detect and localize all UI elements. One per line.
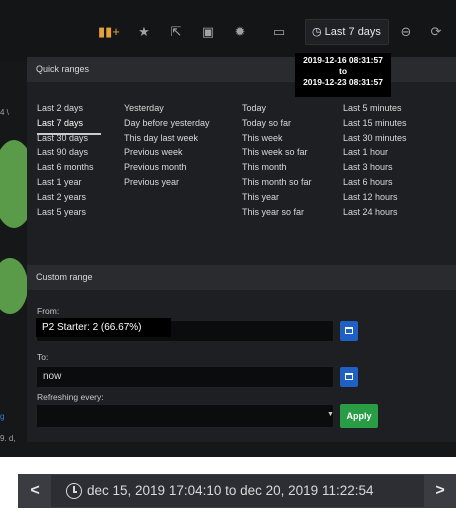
quick-range-item[interactable]: Last 1 hour — [343, 145, 407, 160]
quick-range-item[interactable]: Previous week — [124, 145, 210, 160]
clock-icon — [66, 483, 82, 499]
quick-range-item[interactable]: This day last week — [124, 131, 210, 146]
quick-range-item[interactable]: Last 5 minutes — [343, 101, 407, 116]
quick-range-item[interactable]: Today so far — [242, 116, 312, 131]
share-icon[interactable]: ⇱ — [168, 22, 184, 42]
zoom-out-icon[interactable]: ⊖ — [398, 22, 414, 42]
caret-down-icon: ▼ — [327, 411, 334, 418]
refresh-label: Refreshing every: — [37, 392, 104, 402]
save-icon[interactable]: ▣ — [200, 22, 216, 42]
quick-range-item[interactable]: Last 90 days — [37, 145, 94, 160]
bg-text-fragment: 4 \ — [0, 108, 9, 117]
quick-range-item[interactable]: Last 2 years — [37, 190, 94, 205]
prev-range-button[interactable]: < — [19, 475, 51, 507]
time-range-text[interactable]: dec 15, 2019 17:04:10 to dec 20, 2019 11… — [87, 475, 374, 507]
refresh-icon[interactable]: ⟳ — [428, 22, 444, 42]
calendar-icon — [345, 373, 353, 380]
calendar-icon — [345, 327, 353, 334]
from-label: From: — [37, 306, 60, 316]
quick-ranges-column-3: Today Today so far This week This week s… — [242, 101, 312, 219]
chart-hover-tooltip: P2 Starter: 2 (66.67%) — [36, 318, 171, 337]
custom-range-header: Custom range — [27, 265, 456, 290]
quick-ranges-column-1: Last 2 days Last 7 days Last 30 days Las… — [37, 101, 94, 219]
active-range-underline — [37, 133, 101, 135]
time-range-bar: < dec 15, 2019 17:04:10 to dec 20, 2019 … — [18, 474, 456, 508]
time-range-tooltip: 2019-12-16 08:31:57 to 2019-12-23 08:31:… — [295, 53, 391, 97]
quick-range-item[interactable]: Last 12 hours — [343, 190, 407, 205]
quick-range-item[interactable]: Last 2 days — [37, 101, 94, 116]
bg-text-fragment: g — [0, 412, 5, 421]
quick-ranges-header: Quick ranges — [27, 57, 456, 82]
clock-icon: ◷ — [312, 26, 322, 38]
quick-range-item[interactable]: Last 24 hours — [343, 205, 407, 220]
to-input[interactable]: now — [36, 366, 334, 388]
quick-range-item[interactable]: Last 5 years — [37, 205, 94, 220]
grafana-time-picker-screenshot: 4 \ g 9. d, ▮▮+ ★ ⇱ ▣ ✹ ▭ ◷ Last 7 days … — [0, 0, 456, 457]
time-range-button[interactable]: ◷ Last 7 days — [305, 19, 389, 45]
quick-range-item[interactable]: This week — [242, 131, 312, 146]
time-range-label: Last 7 days — [324, 26, 381, 38]
gear-icon[interactable]: ✹ — [232, 22, 248, 42]
quick-range-item[interactable]: Previous month — [124, 160, 210, 175]
to-label: To: — [37, 352, 49, 362]
add-panel-icon[interactable]: ▮▮+ — [98, 22, 120, 42]
quick-range-item[interactable]: This month so far — [242, 175, 312, 190]
next-range-button[interactable]: > — [424, 475, 456, 507]
quick-ranges-column-4: Last 5 minutes Last 15 minutes Last 30 m… — [343, 101, 407, 219]
quick-range-item[interactable]: Last 15 minutes — [343, 116, 407, 131]
to-calendar-button[interactable] — [340, 367, 358, 387]
chart-fragment — [0, 258, 28, 314]
from-calendar-button[interactable] — [340, 321, 358, 341]
tooltip-from: 2019-12-16 08:31:57 — [303, 55, 383, 65]
quick-range-item[interactable]: Day before yesterday — [124, 116, 210, 131]
star-icon[interactable]: ★ — [136, 22, 152, 42]
quick-range-item[interactable]: Yesterday — [124, 101, 210, 116]
time-range-bar-panel: < dec 15, 2019 17:04:10 to dec 20, 2019 … — [0, 457, 456, 522]
tooltip-to: 2019-12-23 08:31:57 — [303, 77, 383, 87]
quick-range-item[interactable]: This year so far — [242, 205, 312, 220]
tooltip-to-word: to — [338, 66, 348, 76]
quick-range-item[interactable]: Last 6 hours — [343, 175, 407, 190]
quick-range-item[interactable]: Last 1 year — [37, 175, 94, 190]
refresh-select[interactable] — [36, 404, 334, 428]
apply-button[interactable]: Apply — [340, 404, 378, 428]
quick-range-item[interactable]: This year — [242, 190, 312, 205]
tv-icon[interactable]: ▭ — [270, 22, 288, 42]
quick-range-item-active[interactable]: Last 7 days — [37, 116, 94, 131]
quick-range-item[interactable]: Today — [242, 101, 312, 116]
quick-range-item[interactable]: This week so far — [242, 145, 312, 160]
quick-range-item[interactable]: Last 3 hours — [343, 160, 407, 175]
quick-ranges-column-2: Yesterday Day before yesterday This day … — [124, 101, 210, 190]
quick-range-item[interactable]: Last 30 minutes — [343, 131, 407, 146]
quick-range-item[interactable]: Last 6 months — [37, 160, 94, 175]
bg-text-fragment: 9. d, — [0, 434, 16, 443]
quick-range-item[interactable]: This month — [242, 160, 312, 175]
quick-range-item[interactable]: Previous year — [124, 175, 210, 190]
